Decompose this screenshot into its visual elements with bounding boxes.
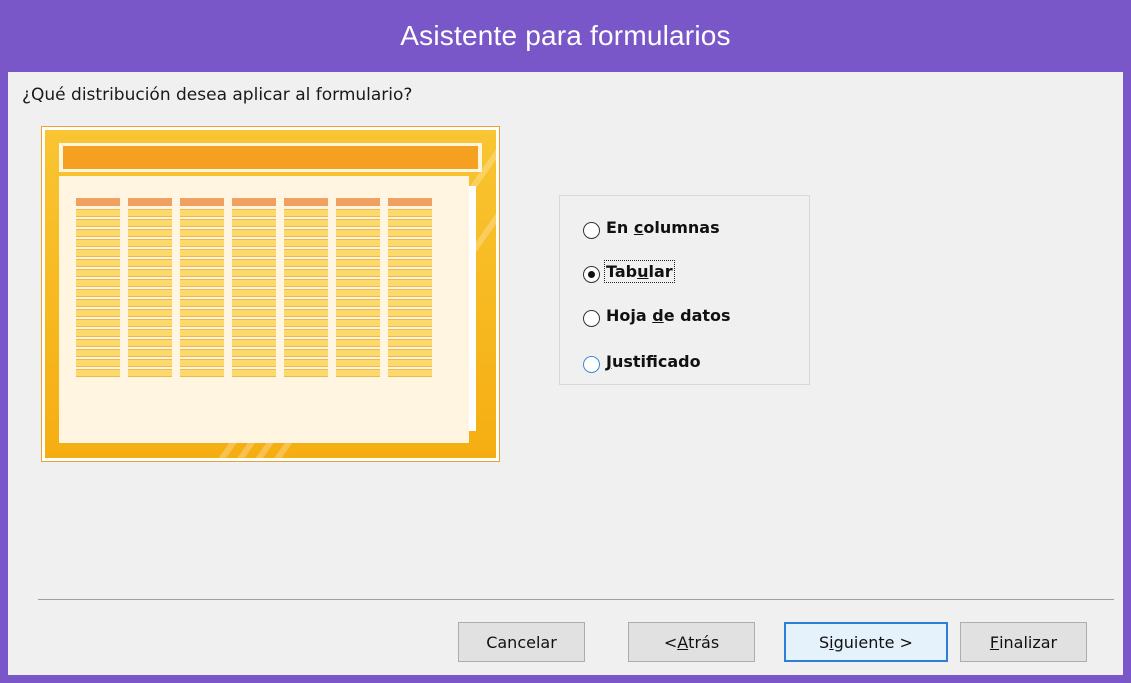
option-justified[interactable]: Justificado [583,352,701,373]
layout-options-group: En columnas Tabular Hoja de datos Justif… [559,195,810,385]
finish-button[interactable]: Finalizar [960,622,1087,662]
radio-justified[interactable] [583,356,600,373]
option-datasheet[interactable]: Hoja de datos [583,306,731,327]
next-button[interactable]: Si guiente > [784,622,948,662]
option-columnar-label: En columnas [606,218,720,237]
option-justified-label: Justificado [606,352,701,371]
layout-question: ¿Qué distribución desea aplicar al formu… [22,85,413,105]
radio-columnar[interactable] [583,222,600,239]
layout-preview [41,126,500,462]
radio-datasheet[interactable] [583,310,600,327]
wizard-window: Asistente para formularios ¿Qué distribu… [0,0,1131,683]
back-button[interactable]: < Atrás [628,622,755,662]
option-datasheet-label: Hoja de datos [606,306,731,325]
cancel-button[interactable]: Cancelar [458,622,585,662]
preview-column [76,198,120,379]
footer-separator [38,599,1114,600]
preview-header [59,143,482,172]
option-tabular[interactable]: Tabular [583,260,675,283]
radio-tabular[interactable] [583,266,600,283]
preview-column [388,198,432,379]
option-columnar[interactable]: En columnas [583,218,720,239]
preview-scrollbar [469,186,476,431]
preview-frame [45,130,496,458]
window-title: Asistente para formularios [400,20,731,51]
preview-column [232,198,276,379]
preview-column [180,198,224,379]
preview-column [284,198,328,379]
title-bar[interactable]: Asistente para formularios [0,0,1131,72]
preview-table [59,176,469,443]
preview-column [336,198,380,379]
wizard-body: ¿Qué distribución desea aplicar al formu… [8,72,1123,675]
option-tabular-label: Tabular [604,260,675,283]
preview-column [128,198,172,379]
